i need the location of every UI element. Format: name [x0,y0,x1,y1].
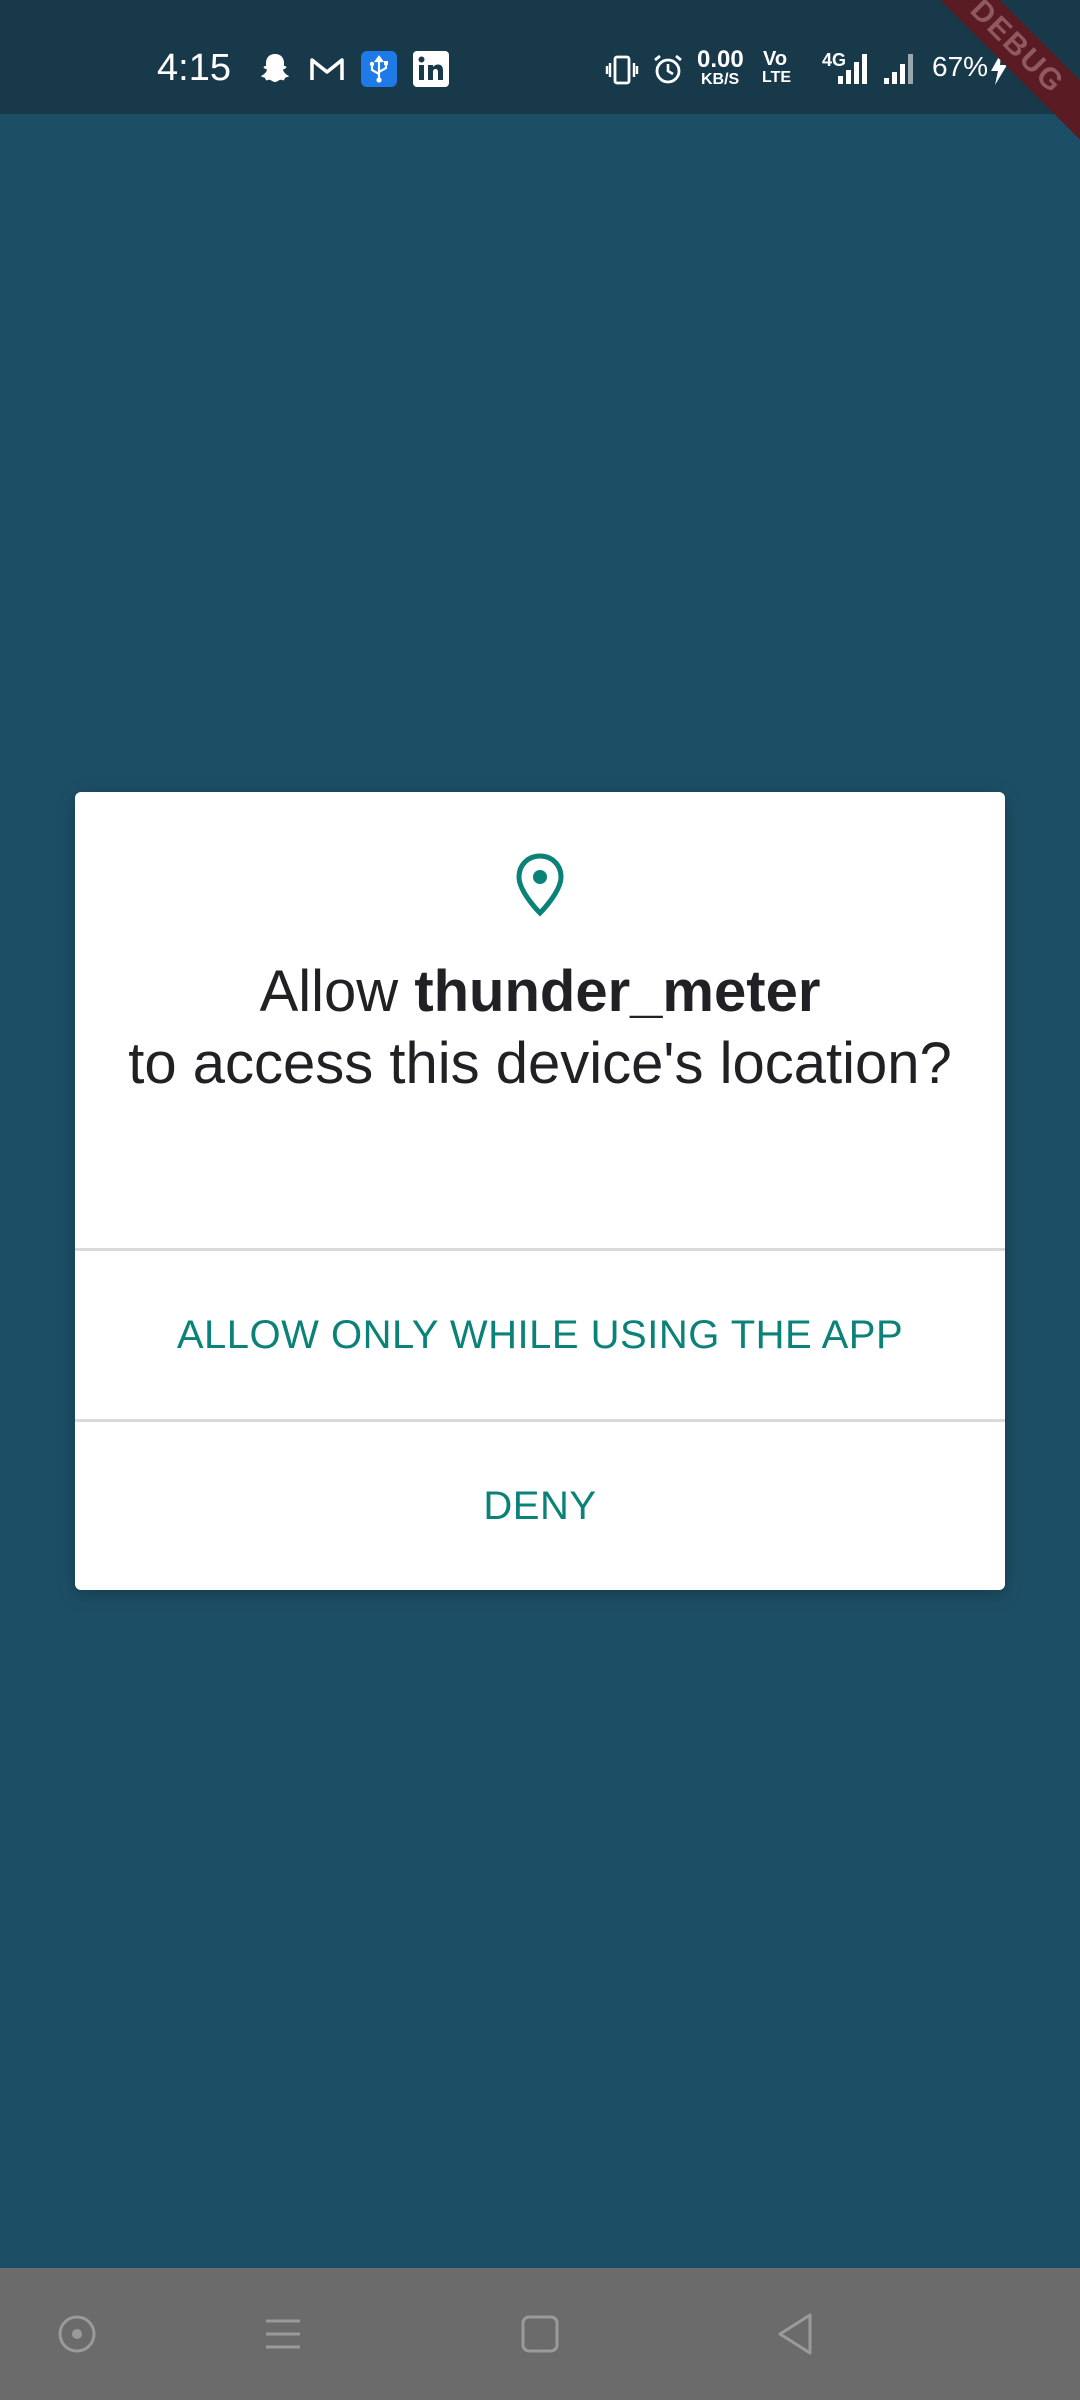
alarm-icon [654,54,682,84]
volte-label-bottom: LTE [762,69,792,86]
volte-label-top: Vo [763,48,788,70]
battery-level: 67% [932,51,989,82]
usb-icon [361,51,397,87]
network-speed-value: 0.00 [697,46,744,73]
dialog-title-suffix: to access this device's location? [128,1031,952,1096]
network-speed-unit: KB/S [701,71,740,88]
linkedin-icon [413,51,449,87]
vibrate-icon [605,55,639,85]
location-permission-dialog: Allow thunder_meter to access this devic… [75,792,1005,1590]
recents-icon[interactable] [262,2313,304,2355]
signal-icon [838,54,867,84]
back-icon[interactable] [774,2311,816,2357]
location-pin-icon [516,853,564,917]
gmail-icon [310,58,344,80]
allow-while-using-button[interactable]: ALLOW ONLY WHILE USING THE APP [75,1251,1005,1419]
status-time: 4:15 [157,47,231,89]
deny-button[interactable]: DENY [75,1422,1005,1590]
dialog-title: Allow thunder_meter to access this devic… [115,956,965,1100]
signal-icon-2 [884,54,913,84]
navigation-bar [0,2268,1080,2400]
dialog-title-prefix: Allow [259,959,415,1024]
home-icon[interactable] [519,2313,561,2355]
assistant-icon[interactable] [56,2313,98,2355]
app-name: thunder_meter [414,959,821,1024]
snapchat-icon [261,54,289,82]
status-bar: 4:15 0.00 KB/S Vo LTE 4G 67% [0,0,1080,114]
